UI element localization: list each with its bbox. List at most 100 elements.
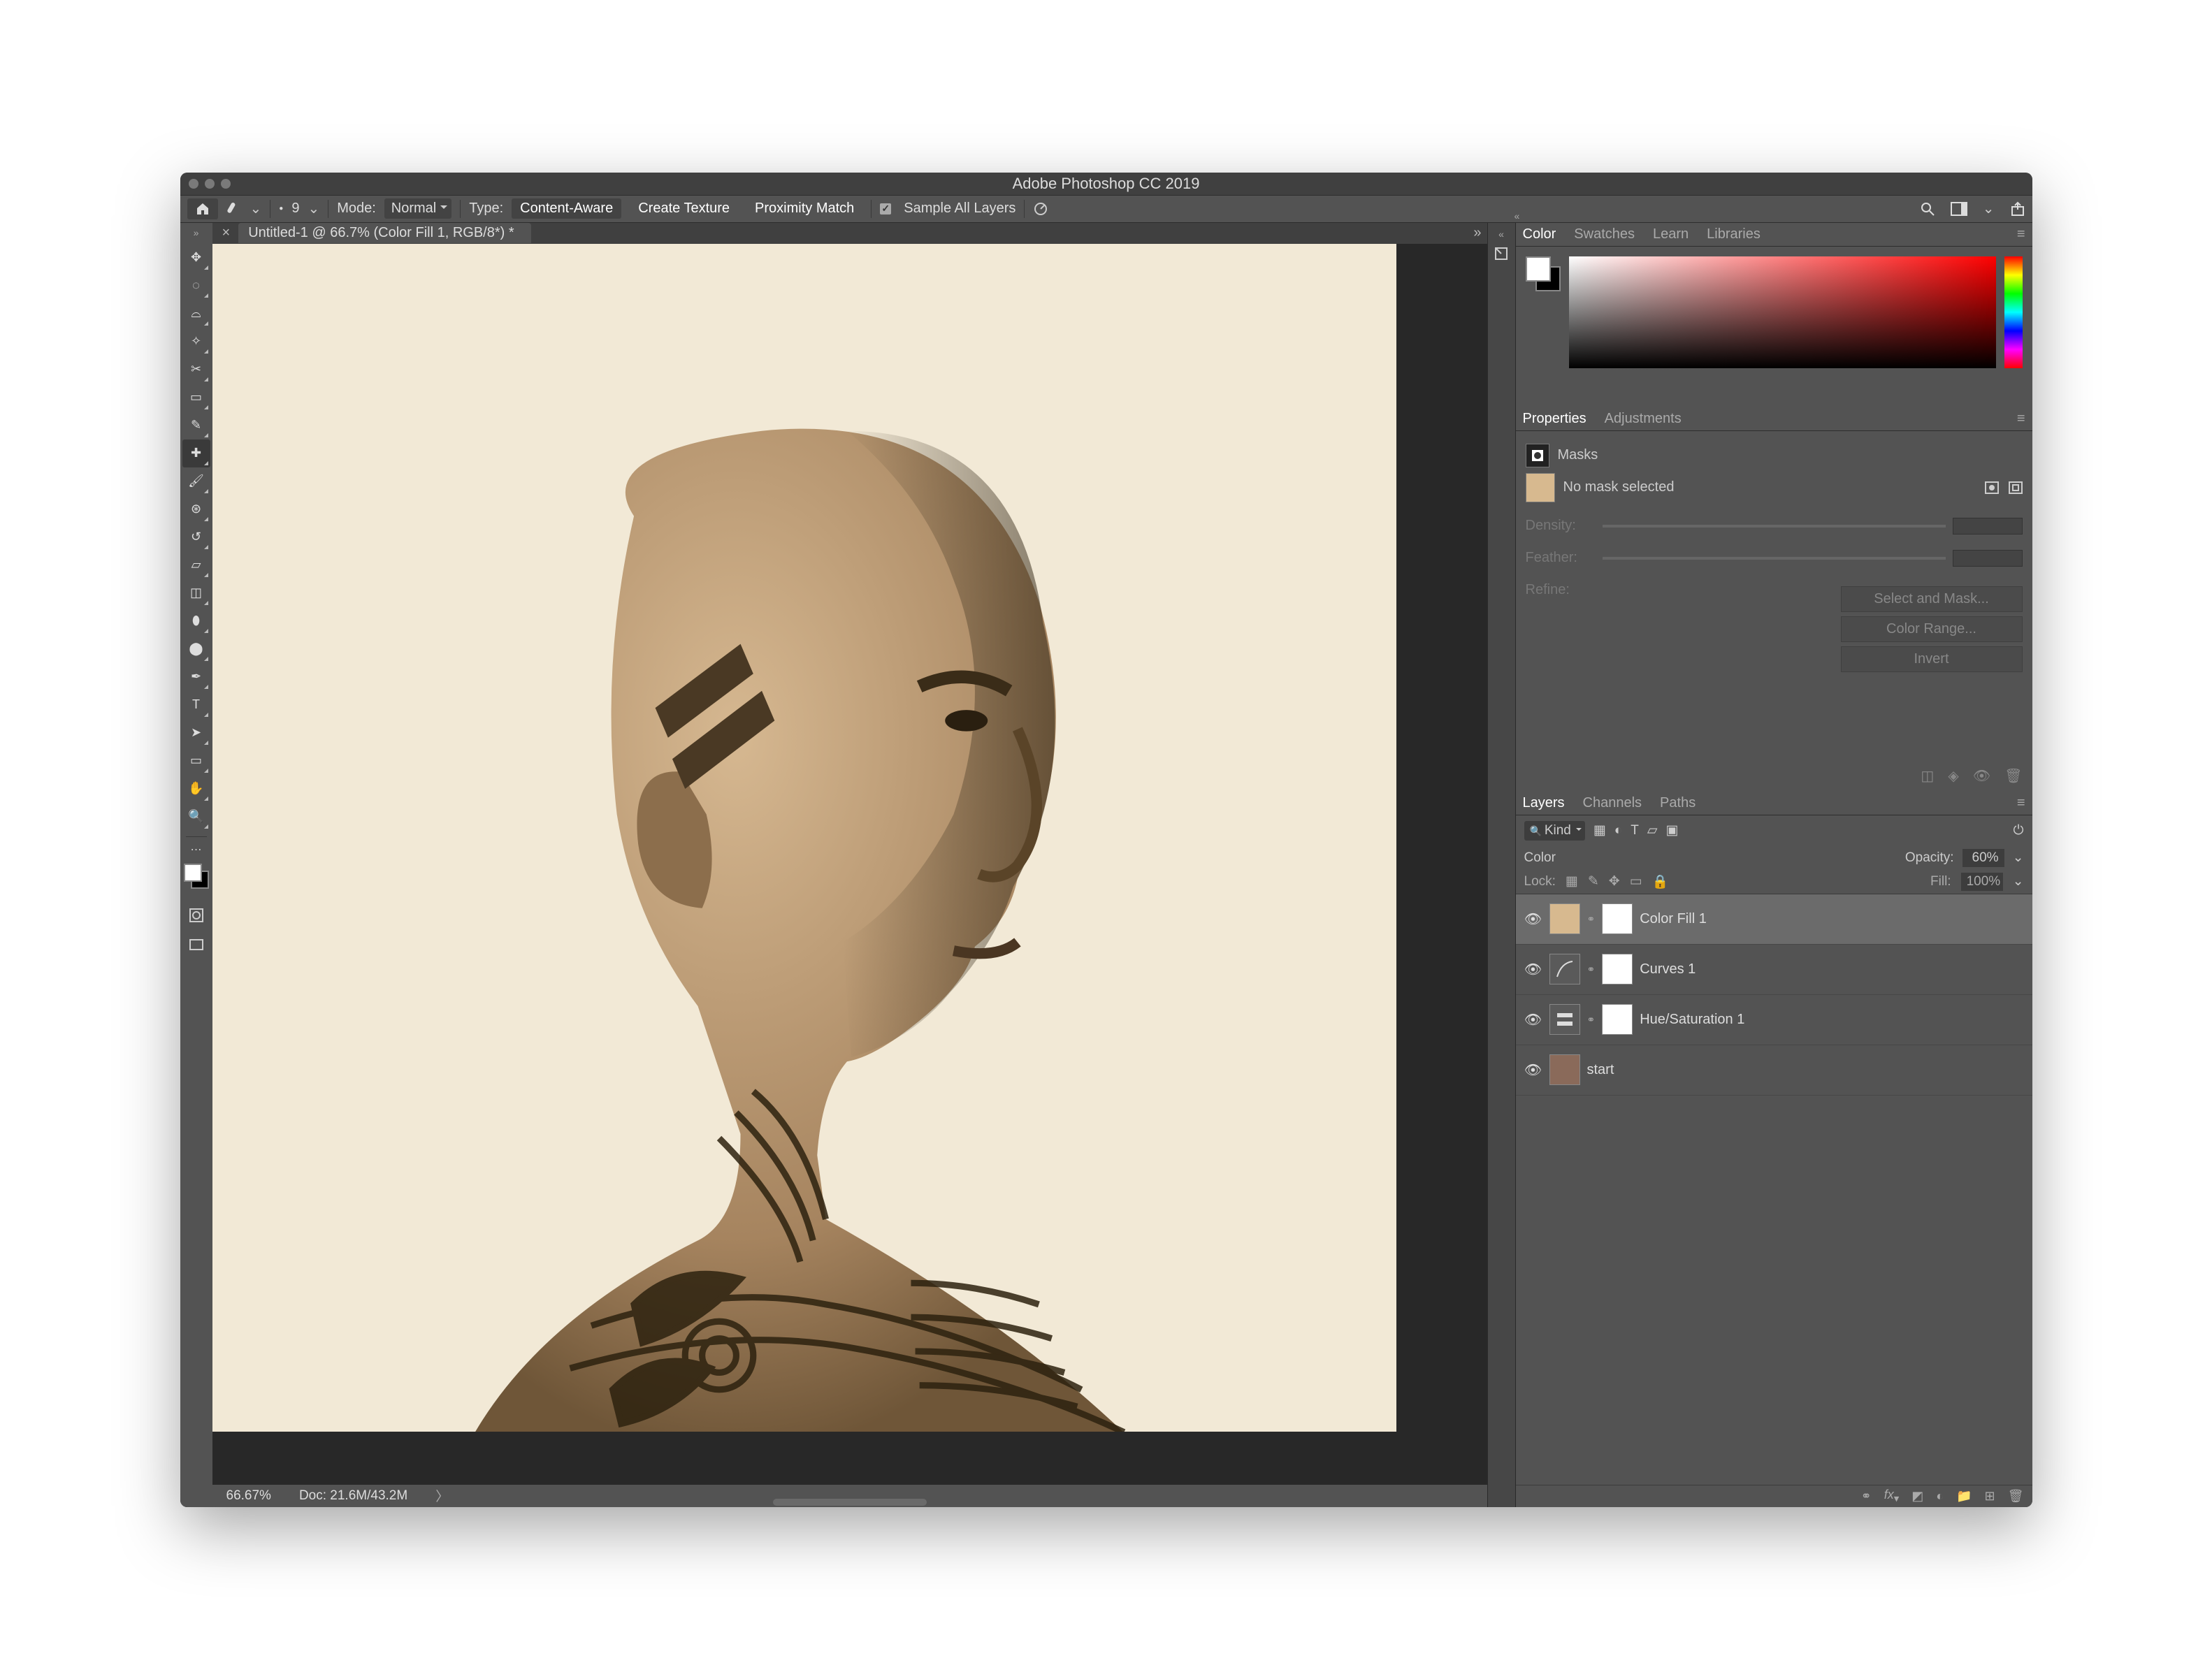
new-layer-icon[interactable]: ⊞ (1985, 1489, 1995, 1504)
tab-color[interactable]: Color (1523, 226, 1556, 242)
rectangle-tool[interactable]: ▭ (182, 747, 210, 775)
visibility-icon[interactable]: 👁 (1524, 1061, 1542, 1079)
horizontal-scrollbar[interactable] (773, 1499, 927, 1506)
color-swatch-toggle[interactable] (1526, 256, 1561, 291)
home-button[interactable] (187, 198, 218, 219)
pressure-icon[interactable] (1033, 201, 1048, 217)
type-option-create-texture[interactable]: Create Texture (630, 198, 738, 219)
fill-value[interactable]: 100% (1961, 873, 2003, 891)
layer-fx-icon[interactable]: fx▾ (1884, 1488, 1900, 1505)
workspace-icon[interactable] (1951, 200, 1967, 217)
layer-row[interactable]: 👁⚭Color Fill 1 (1516, 894, 2032, 945)
lock-transparency-icon[interactable]: ▦ (1566, 873, 1578, 889)
healing-tool[interactable]: ✚ (182, 439, 210, 467)
blur-tool[interactable]: ⬮ (182, 607, 210, 635)
color-swatches[interactable] (184, 864, 209, 889)
frame-tool[interactable]: ▭ (182, 384, 210, 412)
crop-tool[interactable]: ✂ (182, 356, 210, 384)
delete-mask-icon[interactable]: 🗑 (2004, 767, 2022, 785)
disable-mask-icon[interactable]: 👁 (1973, 767, 1990, 785)
tab-learn[interactable]: Learn (1653, 226, 1689, 242)
visibility-icon[interactable]: 👁 (1524, 961, 1542, 978)
panel-menu-icon[interactable]: ≡ (2017, 411, 2025, 427)
move-tool[interactable]: ✥ (182, 244, 210, 272)
filter-toggle-icon[interactable]: ⏻ (2013, 823, 2023, 838)
document-tab[interactable]: Untitled-1 @ 66.7% (Color Fill 1, RGB/8*… (238, 223, 530, 243)
brush-tool[interactable]: 🖌 (182, 467, 210, 495)
tool-preset-icon[interactable] (226, 201, 242, 217)
visibility-icon[interactable]: 👁 (1524, 910, 1542, 928)
tab-libraries[interactable]: Libraries (1707, 226, 1761, 242)
layer-row[interactable]: 👁start (1516, 1045, 2032, 1096)
filter-adjust-icon[interactable]: ◐ (1614, 823, 1622, 838)
tab-adjustments[interactable]: Adjustments (1605, 411, 1682, 427)
history-brush-tool[interactable]: ↺ (182, 523, 210, 551)
pen-tool[interactable]: ✒ (182, 663, 210, 691)
chevron-down-icon[interactable]: ⌄ (308, 200, 319, 217)
marquee-tool[interactable]: ◌ (182, 272, 210, 300)
lock-image-icon[interactable]: ✎ (1588, 873, 1599, 889)
panel-collapse-icon[interactable]: « (1515, 210, 1520, 221)
mode-dropdown[interactable]: Normal (384, 198, 451, 219)
gradient-tool[interactable]: ◫ (182, 579, 210, 607)
hue-slider[interactable] (2004, 256, 2023, 368)
eyedropper-tool[interactable]: ✎ (182, 412, 210, 439)
tab-paths[interactable]: Paths (1660, 795, 1696, 811)
chevron-down-icon[interactable]: ⌄ (2013, 850, 2024, 866)
chevron-down-icon[interactable]: ⌄ (250, 200, 262, 217)
filter-shape-icon[interactable]: ▱ (1647, 822, 1658, 838)
visibility-icon[interactable]: 👁 (1524, 1011, 1542, 1029)
feather-slider[interactable] (1603, 557, 1946, 560)
path-select-tool[interactable]: ➤ (182, 719, 210, 747)
apply-mask-icon[interactable]: ◈ (1948, 767, 1958, 785)
panel-menu-icon[interactable]: ≡ (2017, 795, 2025, 811)
status-arrow-icon[interactable]: 〉 (435, 1486, 449, 1505)
filter-type-icon[interactable]: T (1631, 823, 1639, 838)
feather-value[interactable] (1953, 550, 2023, 567)
panel-expand-icon[interactable]: » (194, 227, 199, 238)
type-tool[interactable]: T (182, 691, 210, 719)
density-value[interactable] (1953, 518, 2023, 535)
search-icon[interactable] (1920, 200, 1935, 217)
blend-mode-dropdown[interactable]: Color (1524, 850, 1897, 866)
layer-row[interactable]: 👁⚭Curves 1 (1516, 945, 2032, 995)
density-slider[interactable] (1603, 525, 1946, 528)
add-mask-icon[interactable]: ◩ (1911, 1489, 1923, 1504)
doc-size[interactable]: Doc: 21.6M/43.2M (299, 1488, 407, 1504)
hand-tool[interactable]: ✋ (182, 775, 210, 803)
lock-all-icon[interactable]: 🔒 (1652, 873, 1669, 890)
filter-smart-icon[interactable]: ▣ (1666, 822, 1679, 838)
chevron-down-icon[interactable]: ⌄ (2013, 873, 2024, 889)
layer-row[interactable]: 👁⚭Hue/Saturation 1 (1516, 995, 2032, 1045)
filter-pixel-icon[interactable]: ▦ (1593, 822, 1606, 838)
color-range-button[interactable]: Color Range... (1841, 616, 2023, 642)
lasso-tool[interactable]: ⌓ (182, 300, 210, 328)
panel-menu-icon[interactable]: ≡ (2017, 226, 2025, 242)
lock-position-icon[interactable]: ✥ (1609, 873, 1620, 889)
more-tools-icon[interactable]: ⋯ (191, 843, 202, 857)
eraser-tool[interactable]: ▱ (182, 551, 210, 579)
dodge-tool[interactable]: ⬤ (182, 635, 210, 663)
zoom-window-icon[interactable] (221, 179, 231, 189)
type-option-proximity[interactable]: Proximity Match (746, 198, 862, 219)
close-tab-icon[interactable]: × (222, 225, 231, 241)
layer-filter-dropdown[interactable]: Kind (1524, 821, 1585, 841)
chevron-down-icon[interactable]: ⌄ (1983, 200, 1995, 217)
tab-swatches[interactable]: Swatches (1574, 226, 1635, 242)
share-icon[interactable] (2010, 200, 2025, 217)
delete-layer-icon[interactable]: 🗑 (2008, 1489, 2024, 1504)
quickmask-icon[interactable] (182, 901, 210, 929)
vector-mask-icon[interactable] (2009, 481, 2023, 494)
zoom-tool[interactable]: 🔍 (182, 803, 210, 831)
invert-button[interactable]: Invert (1841, 646, 2023, 672)
clone-tool[interactable]: ⊛ (182, 495, 210, 523)
link-layers-icon[interactable]: ⚭ (1861, 1489, 1872, 1504)
minimize-window-icon[interactable] (205, 179, 215, 189)
quick-select-tool[interactable]: ✧ (182, 328, 210, 356)
screenmode-icon[interactable] (182, 932, 210, 960)
brush-size-value[interactable]: 9 (291, 201, 299, 217)
canvas[interactable] (212, 244, 1396, 1432)
color-spectrum[interactable] (1569, 256, 1996, 368)
tab-overflow-icon[interactable]: » (1473, 225, 1481, 241)
lock-artboard-icon[interactable]: ▭ (1630, 873, 1642, 889)
